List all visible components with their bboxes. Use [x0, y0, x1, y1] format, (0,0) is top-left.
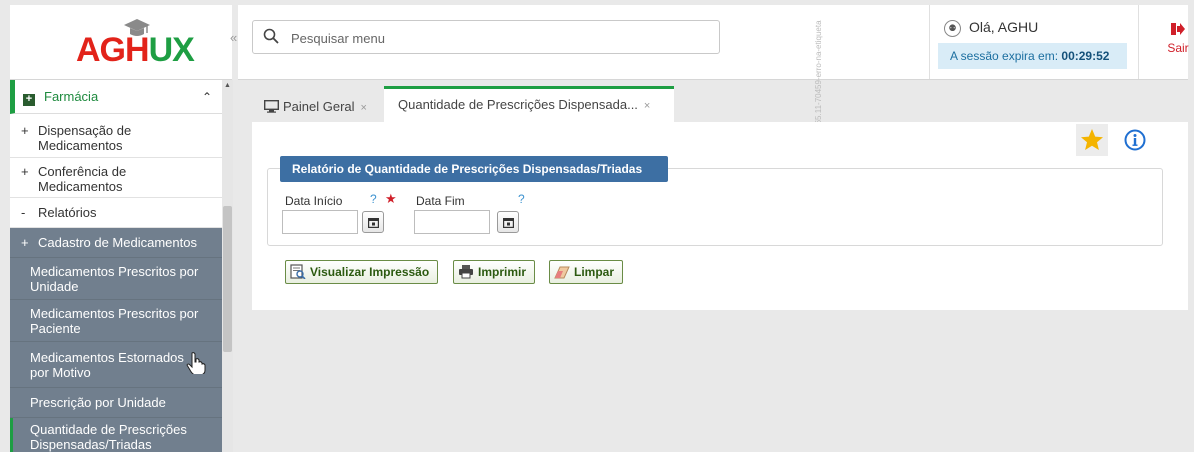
- logout-icon: [1171, 23, 1185, 35]
- sidebar: + Farmácia ⌃ + Dispensação de Medicamentos…: [10, 80, 232, 452]
- print-button[interactable]: Imprimir: [453, 260, 536, 284]
- print-preview-button[interactable]: Visualizar Impressão: [285, 260, 439, 284]
- star-icon: [1081, 129, 1103, 150]
- calendar-icon: [368, 218, 379, 228]
- divider: [1138, 5, 1139, 79]
- eraser-icon: [554, 266, 570, 279]
- logout-button[interactable]: Sair: [1158, 23, 1194, 55]
- sidebar-item-relatorios[interactable]: - Relatórios: [10, 198, 222, 228]
- top-bar: V: 10.65.11-70459-erro-na-etiqueta ⚉Olá,…: [238, 5, 1189, 145]
- search-box[interactable]: [252, 20, 720, 54]
- help-icon[interactable]: ?: [518, 192, 525, 206]
- session-timer: A sessão expira em: 00:29:52: [938, 43, 1127, 69]
- tab-painel-geral[interactable]: Painel Geral ×: [252, 92, 384, 122]
- sidebar-item-prescricao-unidade[interactable]: Prescrição por Unidade: [10, 388, 222, 418]
- required-icon: ★: [385, 191, 397, 206]
- calendar-button-inicio[interactable]: [362, 211, 384, 233]
- logo: AGHUX: [10, 5, 232, 80]
- divider: [929, 5, 930, 79]
- monitor-icon: [263, 99, 280, 113]
- report-title: Relatório de Quantidade de Prescrições D…: [280, 156, 668, 182]
- collapse-menu-button[interactable]: «: [230, 30, 237, 45]
- user-icon: ⚉: [944, 20, 961, 37]
- data-fim-label: Data Fim: [416, 194, 465, 208]
- sidebar-item-prescritos-paciente[interactable]: Medicamentos Prescritos por Paciente: [10, 300, 222, 342]
- logo-text: AGHUX: [76, 31, 195, 69]
- favorite-button[interactable]: [1076, 124, 1108, 156]
- plus-square-icon: +: [23, 94, 35, 106]
- close-icon[interactable]: ×: [361, 102, 367, 114]
- calendar-button-fim[interactable]: [497, 211, 519, 233]
- scrollbar-thumb[interactable]: [223, 206, 232, 352]
- help-icon[interactable]: ?: [370, 192, 377, 206]
- sidebar-item-quantidade-prescricoes[interactable]: Quantidade de Prescrições Dispensadas/Tr…: [10, 418, 222, 452]
- sidebar-item-prescritos-unidade[interactable]: Medicamentos Prescritos por Unidade: [10, 258, 222, 300]
- data-inicio-label: Data Início: [285, 194, 343, 208]
- tab-quantidade-prescricoes[interactable]: Quantidade de Prescrições Dispensada... ×: [384, 86, 674, 122]
- print-preview-icon: [290, 264, 306, 279]
- sidebar-section-farmacia[interactable]: + Farmácia ⌃: [10, 80, 222, 114]
- search-input[interactable]: [289, 27, 713, 49]
- user-greeting[interactable]: ⚉ Olá, AGHU: [944, 19, 1038, 37]
- sidebar-item-conferencia[interactable]: + Conferência de Medicamentos: [10, 158, 222, 198]
- sidebar-item-dispensacao[interactable]: + Dispensação de Medicamentos: [10, 118, 222, 158]
- data-inicio-input[interactable]: [282, 210, 358, 234]
- sidebar-item-cadastro-medicamentos[interactable]: + Cadastro de Medicamentos: [10, 228, 222, 258]
- scroll-up-icon[interactable]: ▲: [224, 82, 231, 89]
- hand-cursor-icon: [186, 352, 206, 374]
- clear-button[interactable]: Limpar: [549, 260, 624, 284]
- chevron-up-icon: ⌃: [201, 90, 212, 104]
- info-icon[interactable]: [1124, 129, 1146, 151]
- data-fim-input[interactable]: [414, 210, 490, 234]
- close-icon[interactable]: ×: [644, 100, 650, 112]
- calendar-icon: [503, 218, 514, 228]
- search-icon: [263, 28, 279, 44]
- sidebar-scrollbar[interactable]: ▲: [222, 80, 233, 452]
- printer-icon: [459, 265, 473, 279]
